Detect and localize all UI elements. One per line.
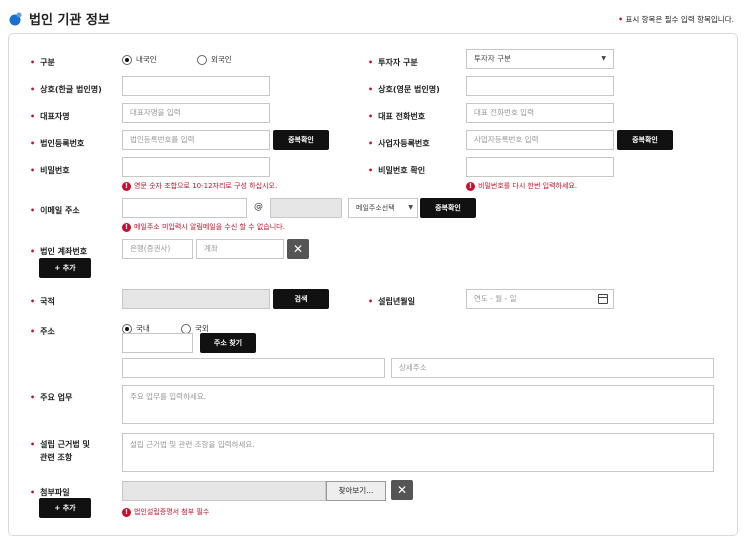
attach-label: • 첨부파일 — [30, 488, 70, 497]
address-detail-input[interactable]: 상세주소 — [391, 358, 714, 378]
required-marker: • — [618, 15, 624, 24]
close-icon: ✕ — [396, 483, 408, 497]
calendar-icon[interactable] — [598, 294, 608, 304]
name-en-label: • 상호(영문 법인명) — [368, 85, 440, 94]
name-kr-label: • 상호(한글 법인명) — [30, 85, 102, 94]
country-search-button[interactable]: 검색 — [273, 289, 329, 309]
ceo-label: • 대표자명 — [30, 112, 70, 121]
email-at-sign: @ — [254, 202, 263, 212]
biz-reg-dup-check-button[interactable]: 중복확인 — [617, 130, 673, 150]
password-label: • 비밀번호 — [30, 166, 70, 175]
name-en-input[interactable] — [466, 76, 614, 96]
investor-type-select[interactable]: 투자자 구분 ▼ — [466, 49, 614, 69]
attach-add-button[interactable]: + 추가 — [39, 498, 91, 518]
founded-date-input[interactable]: 연도 - 월 - 일 — [466, 289, 614, 309]
type-radio-foreign[interactable]: 외국인 — [197, 49, 232, 68]
email-dup-check-button[interactable]: 중복확인 — [420, 198, 476, 218]
title-icon — [8, 11, 22, 26]
email-domain-select[interactable]: 메일주소선택 ▼ — [348, 198, 418, 218]
corp-reg-input[interactable]: 법인등록번호를 입력 — [122, 130, 270, 150]
email-label: • 이메일 주소 — [30, 206, 80, 215]
password-input[interactable] — [122, 157, 270, 177]
ceo-input[interactable]: 대표자명을 입력 — [122, 103, 270, 123]
account-remove-button[interactable]: ✕ — [287, 239, 309, 259]
radio-icon — [122, 54, 132, 65]
error-icon: ! — [122, 181, 131, 191]
country-label: • 국적 — [30, 297, 55, 306]
password-confirm-error: ! 비밀번호를 다시 한번 입력하세요. — [466, 181, 577, 191]
error-icon: ! — [466, 181, 475, 191]
attach-remove-button[interactable]: ✕ — [391, 480, 413, 500]
law-textarea[interactable]: 설립 근거법 및 관련 조항을 입력하세요. — [122, 433, 714, 472]
type-label: • 구분 — [30, 58, 55, 67]
account-label: • 법인 계좌번호 — [30, 247, 88, 256]
bank-input[interactable]: 은행(증권사) — [122, 239, 193, 259]
required-note: • 표시 항목은 필수 입력 항목입니다. — [618, 15, 734, 24]
phone-label: • 대표 전화번호 — [368, 112, 426, 121]
biz-reg-input[interactable]: 사업자등록번호 입력 — [466, 130, 614, 150]
founded-label: • 설립년월일 — [368, 297, 415, 306]
type-radio-domestic[interactable]: 내국인 — [122, 49, 157, 68]
address-main-input[interactable] — [122, 358, 385, 378]
page-title: 법인 기관 정보 — [29, 13, 110, 28]
error-icon: ! — [122, 507, 131, 517]
address-search-button[interactable]: 주소 찾기 — [200, 333, 256, 353]
password-confirm-input[interactable] — [466, 157, 614, 177]
business-label: • 주요 업무 — [30, 393, 73, 402]
name-kr-input[interactable] — [122, 76, 270, 96]
radio-icon — [122, 323, 132, 334]
password-error: ! 영문 숫자 조합으로 10-12자리로 구성 하십시오. — [122, 181, 277, 191]
attach-file-input[interactable] — [122, 481, 326, 501]
corp-reg-dup-check-button[interactable]: 중복확인 — [273, 130, 329, 150]
country-input[interactable] — [122, 289, 270, 309]
account-add-button[interactable]: + 추가 — [39, 258, 91, 278]
zipcode-input[interactable] — [122, 333, 193, 353]
caret-down-icon: ▼ — [601, 55, 606, 62]
phone-input[interactable]: 대표 전화번호 입력 — [466, 103, 614, 123]
caret-down-icon: ▼ — [408, 204, 413, 211]
email-error: ! 메일주소 미입력시 알림메일을 수신 할 수 없습니다. — [122, 222, 285, 232]
email-domain-input[interactable] — [270, 198, 342, 218]
email-id-input[interactable] — [122, 198, 247, 218]
law-label: • 설립 근거법 및 관련 조항 — [30, 440, 90, 462]
address-label: • 주소 — [30, 327, 55, 336]
radio-icon — [181, 323, 191, 334]
business-textarea[interactable]: 주요 업무를 입력하세요. — [122, 385, 714, 424]
error-icon: ! — [122, 222, 131, 232]
corp-reg-label: • 법인등록번호 — [30, 139, 85, 148]
password-confirm-label: • 비밀번호 확인 — [368, 166, 426, 175]
account-input[interactable]: 계좌 — [196, 239, 284, 259]
radio-icon — [197, 54, 207, 65]
biz-reg-label: • 사업자등록번호 — [368, 139, 430, 148]
attach-error: ! 법인설립증명서 첨부 필수 — [122, 507, 209, 517]
investor-type-label: • 투자자 구분 — [368, 58, 418, 67]
close-icon: ✕ — [292, 242, 304, 256]
browse-button[interactable]: 찾아보기... — [326, 481, 386, 501]
